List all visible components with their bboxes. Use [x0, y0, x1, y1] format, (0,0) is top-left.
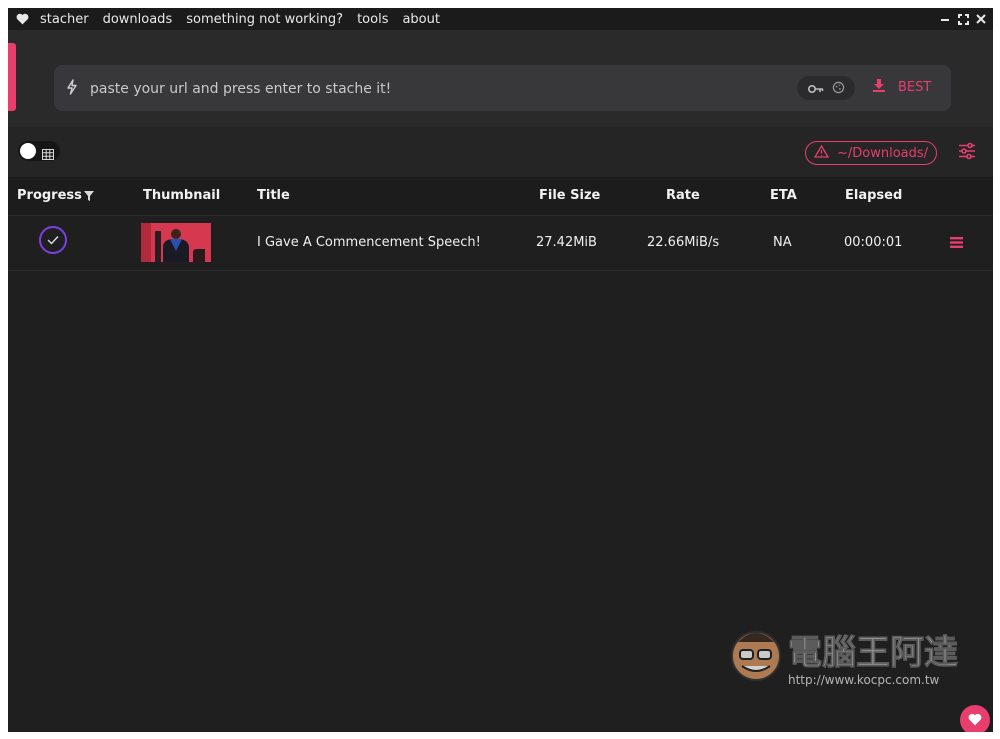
auth-cookie-pill: [797, 76, 855, 100]
menu-bar: stacher downloads something not working?…: [8, 8, 993, 30]
row-elapsed: 00:00:01: [844, 235, 903, 250]
heart-icon[interactable]: [16, 12, 30, 26]
toolbar: ~/Downloads/: [8, 127, 993, 177]
window-controls: [939, 10, 987, 28]
watermark-url: http://www.kocpc.com.tw: [788, 673, 940, 687]
header-rate[interactable]: Rate: [666, 188, 700, 203]
support-heart-button[interactable]: [960, 705, 990, 732]
quality-selector[interactable]: BEST: [872, 78, 931, 96]
table-header: Progress Thumbnail Title File Size Rate …: [8, 177, 993, 215]
menu-about[interactable]: about: [402, 12, 440, 27]
active-indicator: [8, 43, 16, 111]
header-eta[interactable]: ETA: [770, 188, 797, 203]
grid-icon: [42, 145, 54, 164]
row-title: I Gave A Commencement Speech!: [257, 235, 481, 250]
menu-stacher[interactable]: stacher: [40, 12, 89, 27]
fullscreen-icon[interactable]: [957, 13, 969, 25]
warning-icon: [813, 144, 830, 162]
quality-label: BEST: [898, 79, 932, 95]
table-row[interactable]: I Gave A Commencement Speech! 27.42MiB 2…: [8, 215, 993, 271]
download-icon: [872, 78, 886, 96]
filter-icon[interactable]: [84, 190, 94, 205]
url-bar: BEST: [54, 65, 951, 111]
watermark-logo: 電腦王阿達 http://www.kocpc.com.tw: [726, 620, 986, 696]
row-menu-icon[interactable]: [950, 237, 963, 252]
download-path: ~/Downloads/: [836, 145, 929, 161]
minimize-icon[interactable]: [939, 13, 951, 25]
url-area: BEST: [8, 30, 993, 127]
lightning-icon: [66, 79, 78, 99]
sliders-icon[interactable]: [958, 142, 976, 164]
toggle-knob: [20, 143, 36, 159]
cookie-icon[interactable]: [832, 79, 845, 98]
app-window: stacher downloads something not working?…: [8, 8, 993, 732]
row-file-size: 27.42MiB: [536, 235, 597, 250]
watermark-cjk: 電腦王阿達: [788, 633, 958, 673]
header-title[interactable]: Title: [257, 188, 290, 203]
header-elapsed[interactable]: Elapsed: [845, 188, 902, 203]
heart-icon: [968, 711, 982, 730]
menu-tools[interactable]: tools: [357, 12, 388, 27]
menu-something-not-working[interactable]: something not working?: [186, 12, 343, 27]
url-input[interactable]: [88, 73, 772, 105]
view-toggle[interactable]: [18, 141, 60, 161]
download-folder-button[interactable]: ~/Downloads/: [805, 141, 937, 165]
video-thumbnail: [141, 223, 211, 262]
header-progress[interactable]: Progress: [17, 188, 82, 203]
menu-downloads[interactable]: downloads: [103, 12, 173, 27]
key-icon[interactable]: [807, 79, 824, 98]
row-eta: NA: [773, 235, 792, 250]
header-file-size[interactable]: File Size: [539, 188, 600, 203]
close-icon[interactable]: [975, 13, 987, 25]
header-thumbnail[interactable]: Thumbnail: [143, 188, 220, 203]
row-rate: 22.66MiB/s: [647, 235, 720, 250]
complete-check-icon: [39, 226, 67, 254]
